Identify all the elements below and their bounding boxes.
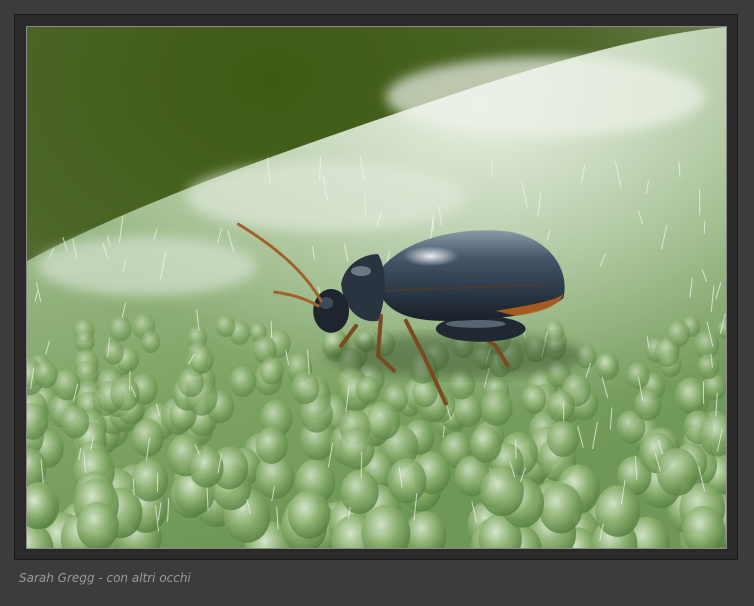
leaf-bump [340,469,379,515]
leaf-bump [287,490,331,539]
leaf-bump [480,466,524,517]
leaf-bump [215,314,236,338]
leaf-bump [626,362,650,389]
leaf-bump [141,330,161,354]
leaf-bump [131,458,169,502]
leaf-bump [366,401,401,441]
photo-caption: Sarah Gregg - con altri occhi [19,571,191,585]
leaf-bump [634,388,662,421]
leaf-bump [538,483,583,534]
leaf-bump [259,356,284,385]
leaf-bump [546,390,575,423]
leaf-bump [338,427,375,470]
leaf-bump [595,353,620,381]
leaf-bump [453,394,483,428]
leaf-bump [291,371,320,405]
leaf-bump [387,458,427,504]
leaf-bump [521,384,547,414]
leaf-bump [60,405,90,439]
leaf-bump [674,377,707,414]
leaf-bump [189,346,214,374]
leaf-bump [697,354,720,380]
leaf-bump [109,315,132,342]
leaf-bump [654,338,680,368]
leaf-bump [547,420,579,457]
leaf-bump [355,376,381,404]
leaf-bump [656,448,698,496]
leaf-hair [270,320,273,339]
leaf-bump [33,360,58,389]
photo [26,26,727,549]
leaf-bump [103,340,124,365]
leaf-bump [469,426,502,463]
leaf-bump [229,365,257,397]
leaf-bump [480,389,513,427]
leaf-bump [255,426,288,464]
beetle-photo-image [27,27,726,548]
leaf-bump [110,377,140,411]
